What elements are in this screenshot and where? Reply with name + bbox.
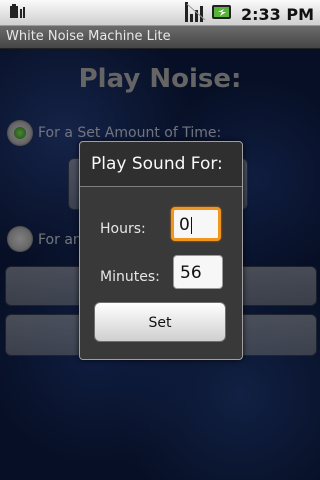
app-title: White Noise Machine Lite xyxy=(6,29,171,44)
text-cursor xyxy=(190,216,192,234)
hours-label: Hours: xyxy=(100,221,146,237)
set-button[interactable]: Set xyxy=(94,302,226,342)
usb-debugging-icon xyxy=(9,4,29,24)
minutes-label: Minutes: xyxy=(100,269,160,285)
minutes-value: 56 xyxy=(180,263,202,283)
signal-icon xyxy=(184,2,207,26)
status-bar: 2:33 PM xyxy=(0,0,320,26)
minutes-field[interactable]: 56 xyxy=(173,255,223,289)
status-time: 2:33 PM xyxy=(240,4,314,24)
dialog-title: Play Sound For: xyxy=(91,154,223,174)
battery-icon xyxy=(211,3,233,25)
hours-field[interactable]: 0 xyxy=(171,207,221,241)
app-title-bar: White Noise Machine Lite xyxy=(0,26,320,49)
play-sound-dialog: Play Sound For: Hours: 0 Minutes: 56 Set xyxy=(79,141,243,360)
dialog-body: Hours: 0 Minutes: 56 Set xyxy=(80,187,242,359)
hours-value: 0 xyxy=(179,215,190,235)
